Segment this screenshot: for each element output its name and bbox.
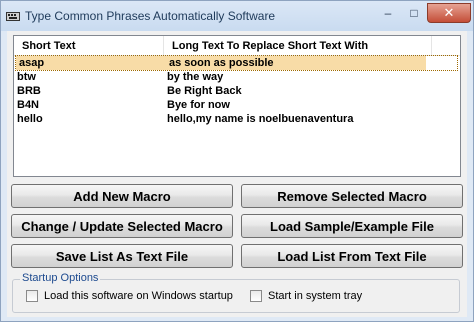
list-header: Short Text Long Text To Replace Short Te…: [14, 36, 460, 56]
load-on-startup-checkbox[interactable]: [26, 290, 38, 302]
long-text-cell: by the way: [167, 71, 224, 83]
long-text-cell: Be Right Back: [167, 85, 242, 97]
title-bar[interactable]: Type Common Phrases Automatically Softwa…: [1, 1, 473, 31]
startup-options-group: Startup Options Load this software on Wi…: [12, 272, 460, 313]
remove-selected-macro-button[interactable]: Remove Selected Macro: [241, 184, 463, 208]
close-button[interactable]: ✕: [427, 3, 471, 23]
short-text-cell: B4N: [17, 99, 40, 111]
start-in-tray-label[interactable]: Start in system tray: [268, 290, 362, 302]
minimize-button[interactable]: –: [375, 3, 401, 23]
column-header-long-text[interactable]: Long Text To Replace Short Text With: [164, 36, 432, 56]
start-in-tray-checkbox[interactable]: [250, 290, 262, 302]
table-row[interactable]: hello hello,my name is noelbuenaventura: [14, 112, 460, 126]
list-rows: asap as soon as possible btw by the way …: [14, 55, 460, 126]
macro-list[interactable]: Short Text Long Text To Replace Short Te…: [13, 35, 461, 177]
save-list-button[interactable]: Save List As Text File: [11, 244, 233, 268]
short-text-cell: btw: [17, 71, 36, 83]
load-list-button[interactable]: Load List From Text File: [241, 244, 463, 268]
client-area: Short Text Long Text To Replace Short Te…: [7, 31, 467, 317]
long-text-cell: hello,my name is noelbuenaventura: [167, 113, 354, 125]
long-text-cell: Bye for now: [167, 99, 230, 111]
short-text-cell: asap: [16, 56, 166, 70]
add-new-macro-button[interactable]: Add New Macro: [11, 184, 233, 208]
app-window: Type Common Phrases Automatically Softwa…: [0, 0, 474, 322]
table-row[interactable]: BRB Be Right Back: [14, 84, 460, 98]
start-in-tray-option[interactable]: Start in system tray: [250, 290, 362, 302]
long-text-cell: as soon as possible: [166, 56, 426, 70]
change-update-macro-button[interactable]: Change / Update Selected Macro: [11, 214, 233, 238]
app-icon: [6, 12, 20, 21]
maximize-button[interactable]: □: [401, 3, 427, 23]
short-text-cell: hello: [17, 113, 43, 125]
load-on-startup-label[interactable]: Load this software on Windows startup: [44, 290, 233, 302]
table-row[interactable]: btw by the way: [14, 70, 460, 84]
window-controls: – □ ✕: [375, 3, 471, 23]
short-text-cell: BRB: [17, 85, 41, 97]
load-on-startup-option[interactable]: Load this software on Windows startup: [26, 290, 233, 302]
table-row[interactable]: asap as soon as possible: [15, 55, 458, 71]
window-title: Type Common Phrases Automatically Softwa…: [25, 9, 276, 23]
table-row[interactable]: B4N Bye for now: [14, 98, 460, 112]
startup-options-legend: Startup Options: [20, 272, 101, 284]
load-sample-file-button[interactable]: Load Sample/Example File: [241, 214, 463, 238]
column-header-short-text[interactable]: Short Text: [14, 36, 164, 56]
